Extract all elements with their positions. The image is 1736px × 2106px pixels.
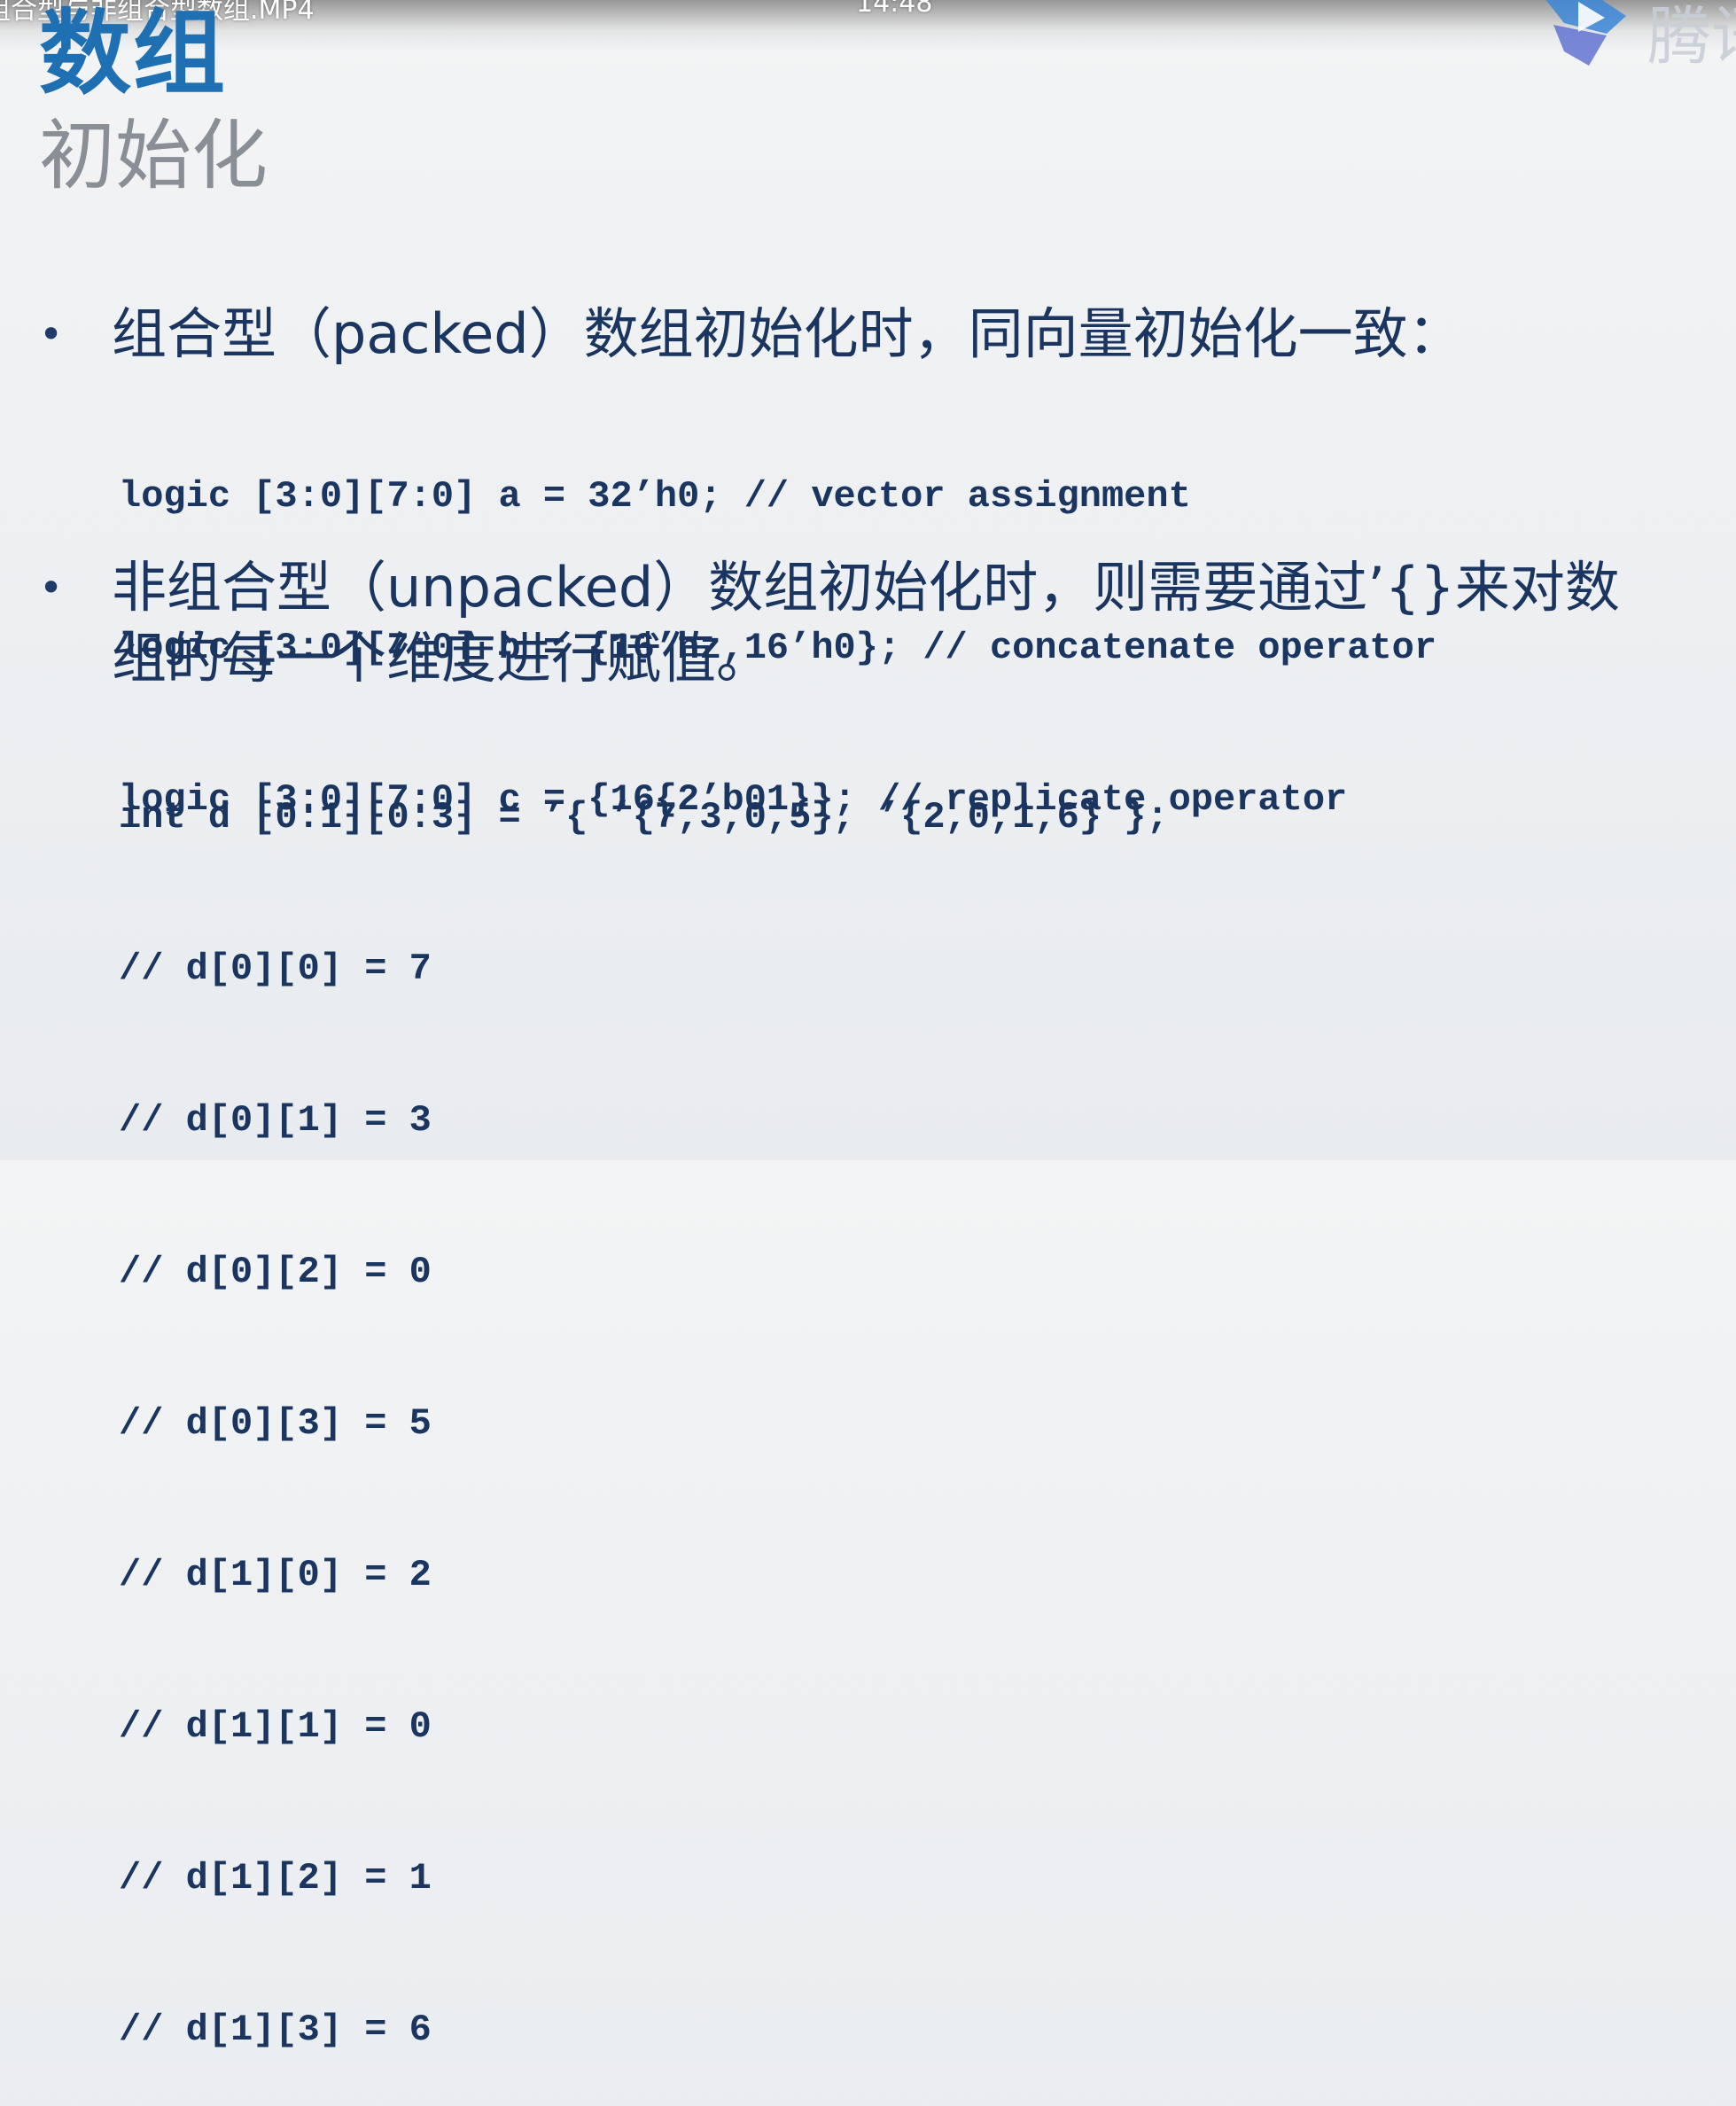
brand-text: 腾讯: [1647, 0, 1736, 74]
video-time: 14:48: [856, 0, 933, 19]
code-comment-line: // d[0][0] = 7: [119, 948, 432, 990]
code-comment-line: // d[1][3] = 6: [119, 2008, 432, 2051]
bullet-text: 非组合型（unpacked）数组初始化时，则需要通过’{}来对数: [112, 555, 1620, 620]
code-comment-line: // d[1][1] = 0: [119, 1705, 432, 1748]
code-comment-line: // d[1][0] = 2: [119, 1554, 432, 1596]
code-line: int d [0:1][0:3] = ’{ ’{7,3,0,5}, ’{2,0,…: [119, 796, 1169, 838]
bullet-marker: •: [39, 310, 64, 358]
play-logo-icon: [1545, 0, 1626, 66]
brand-watermark: 腾讯: [1537, 0, 1736, 74]
bullet-marker: •: [39, 564, 64, 612]
code-block-unpacked: int d [0:1][0:3] = ’{ ’{7,3,0,5}, ’{2,0,…: [119, 691, 1169, 2106]
slide-title: 数组: [39, 0, 228, 107]
slide-subtitle: 初始化: [39, 112, 268, 200]
code-comment-line: // d[0][2] = 0: [119, 1251, 432, 1293]
code-comment-line: // d[0][1] = 3: [119, 1099, 432, 1142]
code-comment-line: // d[0][3] = 5: [119, 1402, 432, 1445]
code-line: logic [3:0][7:0] a = 32’h0; // vector as…: [119, 475, 1191, 518]
code-comment-line: // d[1][2] = 1: [119, 1857, 432, 1899]
video-overlay-bar: 组合型与非组合型数组.MP4 14:48: [0, 0, 1736, 51]
bullet-text-continued: 组的每一个维度进行赋值。: [112, 626, 772, 690]
bullet-text: 组合型（packed）数组初始化时，同向量初始化一致：: [112, 301, 1463, 366]
